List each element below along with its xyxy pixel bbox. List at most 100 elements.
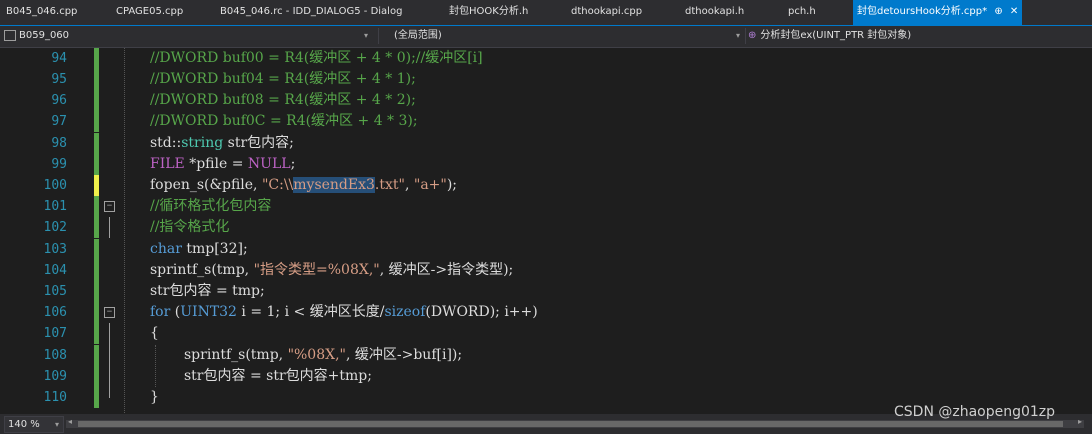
tab-pch-h[interactable]: pch.h xyxy=(788,0,816,25)
tab-dthookapi-cpp[interactable]: dthookapi.cpp xyxy=(571,0,642,25)
tab-label: CPAGE05.cpp xyxy=(116,6,184,17)
tab-label: pch.h xyxy=(788,6,816,17)
code-token: (DWORD); i++) xyxy=(425,304,538,320)
tab-b045-046-rc-dialog[interactable]: B045_046.rc - IDD_DIALOG5 - Dialog xyxy=(220,0,402,25)
scrollbar-thumb[interactable] xyxy=(78,421,1063,427)
scroll-left-icon[interactable]: ◂ xyxy=(68,417,72,426)
chevron-down-icon: ▾ xyxy=(735,31,740,40)
code-token-string: .txt" xyxy=(374,177,405,193)
change-marker xyxy=(94,133,99,154)
collapse-icon[interactable]: − xyxy=(104,201,115,212)
tab-cpage05-cpp[interactable]: CPAGE05.cpp xyxy=(116,0,183,25)
code-token: , xyxy=(404,177,414,193)
code-token-string: "%08X," xyxy=(287,347,346,363)
change-marker xyxy=(94,366,99,387)
pin-icon[interactable]: ⊕ xyxy=(994,0,1002,24)
code-line: 102 //指令格式化 xyxy=(0,217,1092,238)
line-number: 95 xyxy=(51,72,67,87)
code-text: //DWORD buf08 = R4(缓冲区 + 4 * 2); xyxy=(150,92,416,108)
tab-b045-046-cpp[interactable]: B045_046.cpp xyxy=(6,0,77,25)
zoom-dropdown[interactable]: 140 % ▾ xyxy=(4,416,64,433)
close-icon[interactable]: ✕ xyxy=(1010,0,1018,24)
change-marker xyxy=(94,323,99,344)
scope-label: (全局范围) xyxy=(394,30,442,41)
code-token: str包内容; xyxy=(223,135,294,151)
code-token: std:: xyxy=(150,135,182,151)
code-token-string: "a+" xyxy=(413,177,447,193)
change-marker xyxy=(94,260,99,281)
change-marker xyxy=(94,281,99,302)
method-icon: ⊕ xyxy=(748,30,757,41)
project-dropdown[interactable]: B059_060 ▾ xyxy=(4,28,370,44)
code-text: //DWORD buf00 = R4(缓冲区 + 4 * 0);//缓冲区[i] xyxy=(150,50,483,66)
code-text: sprintf_s(tmp, "%08X,", 缓冲区->buf[i]); xyxy=(184,345,462,366)
function-label: 分析封包ex(UINT_PTR 封包对象) xyxy=(760,30,912,41)
code-text: sprintf_s(tmp, "指令类型=%08X,", 缓冲区->指令类型); xyxy=(150,260,513,281)
code-token-keyword: char xyxy=(150,241,182,257)
chevron-down-icon: ▾ xyxy=(54,420,59,429)
change-marker xyxy=(94,48,99,69)
code-text: FILE *pfile = NULL; xyxy=(150,154,295,175)
code-text: //DWORD buf04 = R4(缓冲区 + 4 * 1); xyxy=(150,71,416,87)
chevron-down-icon: ▾ xyxy=(363,31,368,40)
code-token: fopen_s(&pfile, xyxy=(150,177,262,193)
code-text: //指令格式化 xyxy=(150,219,230,235)
code-token-string: "C:\\ xyxy=(261,177,294,193)
project-label: B059_060 xyxy=(19,30,70,41)
change-marker xyxy=(94,196,99,217)
code-line: 94 //DWORD buf00 = R4(缓冲区 + 4 * 0);//缓冲区… xyxy=(0,48,1092,69)
code-text: { xyxy=(150,325,159,341)
line-number: 97 xyxy=(51,114,67,129)
scope-dropdown[interactable]: (全局范围) ▾ xyxy=(394,28,742,44)
function-dropdown[interactable]: ⊕ 分析封包ex(UINT_PTR 封包对象) xyxy=(748,28,1088,44)
code-token-type: UINT32 xyxy=(180,304,237,320)
code-line: 96 //DWORD buf08 = R4(缓冲区 + 4 * 2); xyxy=(0,90,1092,111)
line-number: 101 xyxy=(43,199,67,214)
collapse-icon[interactable]: − xyxy=(104,307,115,318)
code-token-macro: NULL xyxy=(247,156,291,172)
code-line: 109 str包内容 = str包内容+tmp; xyxy=(0,366,1092,387)
code-token-string: "指令类型=%08X," xyxy=(253,262,380,278)
code-line: 106 − for (UINT32 i = 1; i < 缓冲区长度/sizeo… xyxy=(0,302,1092,323)
horizontal-scrollbar[interactable]: ◂ ▸ xyxy=(66,417,1084,428)
code-line: 95 //DWORD buf04 = R4(缓冲区 + 4 * 1); xyxy=(0,69,1092,90)
watermark: CSDN @zhaopeng01zp xyxy=(894,404,1056,420)
line-number: 102 xyxy=(43,220,67,235)
code-token: *pfile = xyxy=(184,156,248,172)
code-line: 107 { xyxy=(0,323,1092,344)
tab-fengbao-detours-hook-cpp[interactable]: 封包detoursHook分析.cpp* ⊕ ✕ xyxy=(853,0,1023,25)
tab-dthookapi-h[interactable]: dthookapi.h xyxy=(685,0,744,25)
tab-label: dthookapi.h xyxy=(685,6,745,17)
change-marker xyxy=(94,90,99,111)
code-editor[interactable]: 94 //DWORD buf00 = R4(缓冲区 + 4 * 0);//缓冲区… xyxy=(0,48,1092,413)
code-line: 104 sprintf_s(tmp, "指令类型=%08X,", 缓冲区->指令… xyxy=(0,260,1092,281)
code-token-type: string xyxy=(181,135,224,151)
divider xyxy=(745,28,746,44)
line-number: 107 xyxy=(43,326,67,341)
code-text: } xyxy=(150,389,159,405)
code-text: fopen_s(&pfile, "C:\\mysendEx3.txt", "a+… xyxy=(150,175,457,196)
code-token: ; xyxy=(290,156,296,172)
code-token: sprintf_s(tmp, xyxy=(150,262,254,278)
change-marker xyxy=(94,302,99,323)
code-line: 98 std::string str包内容; xyxy=(0,133,1092,154)
tab-fengbao-hook-h[interactable]: 封包HOOK分析.h xyxy=(449,0,528,25)
code-text: //循环格式化包内容 xyxy=(150,198,272,214)
tab-label: dthookapi.cpp xyxy=(571,6,643,17)
selected-text[interactable]: mysendEx3 xyxy=(293,177,375,193)
code-line: 108 sprintf_s(tmp, "%08X,", 缓冲区->buf[i])… xyxy=(0,345,1092,366)
code-token-keyword: sizeof xyxy=(384,304,426,320)
scroll-right-icon[interactable]: ▸ xyxy=(1078,417,1082,426)
line-number: 104 xyxy=(43,263,67,278)
code-token-macro: FILE xyxy=(150,156,185,172)
code-text: str包内容 = tmp; xyxy=(150,283,265,299)
code-line: 97 //DWORD buf0C = R4(缓冲区 + 4 * 3); xyxy=(0,111,1092,132)
change-marker xyxy=(94,111,99,132)
navigation-bar: B059_060 ▾ (全局范围) ▾ ⊕ 分析封包ex(UINT_PTR 封包对… xyxy=(0,26,1092,48)
change-marker xyxy=(94,154,99,175)
code-text: str包内容 = str包内容+tmp; xyxy=(184,368,372,384)
line-number: 109 xyxy=(43,369,67,384)
tab-label: 封包detoursHook分析.cpp* xyxy=(857,6,988,17)
change-marker xyxy=(94,69,99,90)
code-token: , 缓冲区->指令类型); xyxy=(379,262,514,278)
